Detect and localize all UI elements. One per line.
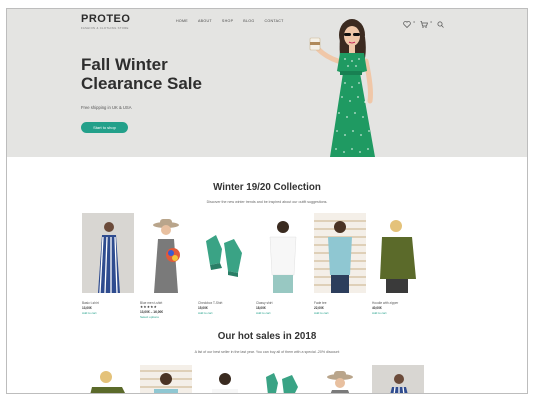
hot-sales-grid [82,365,424,394]
main-nav: HOME ABOUT SHOP BLOG CONTACT [176,19,284,23]
add-to-cart-link[interactable]: Add to cart [198,311,250,315]
product-price: 13,00€ – 16,00€ [140,310,164,314]
heart-icon[interactable]: 0 [403,15,415,29]
add-to-cart-link[interactable]: Add to cart [256,311,308,315]
nav-shop[interactable]: SHOP [222,19,233,23]
add-to-cart-link[interactable]: Add to cart [372,311,424,315]
product-name[interactable]: Fade tee [314,301,366,305]
product-name[interactable]: Classy shirt [256,301,308,305]
hero-banner: PROTEO Fashion & Clothing Store HOME ABO… [7,9,527,157]
select-options-link[interactable]: Select options [140,315,192,319]
product-image[interactable] [82,365,134,394]
product-price: 15,00€ [198,306,208,310]
hero-title: Fall Winter Clearance Sale [81,55,241,93]
product-image[interactable] [314,213,366,293]
product-grid: Basic t-shirt 13,00€ Add to cart Blue me… [82,213,424,319]
nav-home[interactable]: HOME [176,19,188,23]
nav-about[interactable]: ABOUT [198,19,212,23]
browser-page: PROTEO Fashion & Clothing Store HOME ABO… [6,8,528,394]
product-image[interactable] [372,213,424,293]
hero-model-image [309,19,375,157]
product-image[interactable] [314,365,366,394]
hot-sales-title: Our hot sales in 2018 [217,331,317,342]
collection-subtitle: Discover the new winter trends and be in… [206,200,328,204]
add-to-cart-link[interactable]: Add to cart [314,311,366,315]
product-image[interactable] [140,365,192,394]
rating-stars: ★★★★★ [140,305,158,309]
product-image[interactable] [198,213,250,293]
product-image[interactable] [198,365,250,394]
product-image[interactable] [256,213,308,293]
product-name[interactable]: Checkbox T-Shirt [198,301,250,305]
product-price: 13,00€ [82,306,92,310]
header-icons: 0 0 [403,15,446,29]
product-card[interactable]: Blue men t-shirt ★★★★★ 13,00€ – 16,00€ S… [140,213,192,319]
hero-subtitle: Free shipping in UK & USA [81,105,132,110]
hero-title-line2: Clearance Sale [81,74,202,93]
product-name[interactable]: Hoodie with zipper [372,301,424,305]
wishlist-count: 0 [413,20,415,24]
product-image[interactable] [372,365,424,394]
product-card[interactable]: Fade tee 22,00€ Add to cart [314,213,366,319]
product-card[interactable]: Basic t-shirt 13,00€ Add to cart [82,213,134,319]
brand-tagline: Fashion & Clothing Store [81,26,129,30]
search-icon[interactable] [437,15,446,28]
start-shop-button[interactable]: Start to shop [81,122,128,133]
product-card[interactable]: Checkbox T-Shirt 15,00€ Add to cart [198,213,250,319]
product-image[interactable] [256,365,308,394]
nav-contact[interactable]: CONTACT [264,19,283,23]
cart-count: 0 [430,20,432,24]
brand-logo[interactable]: PROTEO [81,13,130,25]
product-card[interactable]: Hoodie with zipper 40,00€ Add to cart [372,213,424,319]
add-to-cart-link[interactable]: Add to cart [82,311,134,315]
product-name[interactable]: Basic t-shirt [82,301,134,305]
product-price: 40,00€ [372,306,382,310]
product-image[interactable] [82,213,134,294]
product-price: 18,00€ [256,306,266,310]
hot-sales-subtitle: A list of our best seller in the last ye… [194,350,340,354]
cart-icon[interactable]: 0 [420,15,432,28]
hero-title-line1: Fall Winter [81,55,168,74]
nav-blog[interactable]: BLOG [243,19,254,23]
product-card[interactable]: Classy shirt 18,00€ Add to cart [256,213,308,319]
product-image[interactable] [140,213,192,293]
product-price: 22,00€ [314,306,324,310]
collection-title: Winter 19/20 Collection [213,182,321,193]
